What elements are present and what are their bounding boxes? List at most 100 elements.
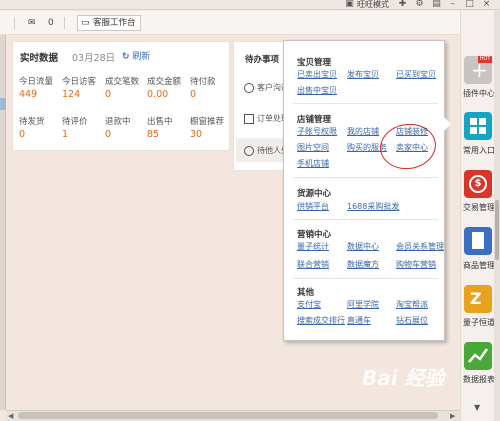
sidebar-label[interactable]: 常用入口: [459, 145, 499, 156]
realtime-stats-panel: 实时数据 03月28日 ↻ 刷新 今日流量 今日访客 成交笔数 成交金额 待付款…: [12, 41, 230, 151]
menu-divider: [292, 103, 438, 104]
sidebar-label[interactable]: 商品管理: [459, 260, 499, 271]
mail-icon[interactable]: ✉: [28, 16, 36, 30]
divider: [14, 17, 15, 29]
todo-item-customer[interactable]: 客户沟通: [244, 82, 287, 93]
stat-value[interactable]: 85: [147, 129, 159, 140]
baidu-watermark: Bai 经验: [362, 366, 445, 390]
toolbar: ✉ 0 ▭ 客服工作台: [0, 11, 460, 35]
goods-icon[interactable]: [464, 227, 492, 255]
menu-link[interactable]: 发布宝贝: [347, 69, 379, 80]
sidebar-label[interactable]: 插件中心: [459, 88, 499, 99]
menu-link[interactable]: 直通车: [347, 315, 371, 326]
menu-link[interactable]: 量子统计: [297, 241, 329, 252]
stat-label: 今日流量: [19, 77, 54, 87]
right-sidebar: + HOT 插件中心 常用入口 $ 交易管理 商品管理 Z 量子恒道 数据报表 …: [460, 11, 495, 421]
title-bar: ▣ 旺旺模式 ✚ ⚙ ▤ – □ ×: [0, 0, 500, 10]
person-icon: [244, 145, 254, 156]
stat-label: 退款中: [105, 117, 131, 127]
refresh-label: 刷新: [132, 52, 151, 62]
chevron-down-icon[interactable]: ▼: [474, 403, 480, 412]
stat-value[interactable]: 0: [105, 129, 111, 140]
menu-link[interactable]: 支付宝: [297, 299, 321, 310]
menu-link[interactable]: 联合营销: [297, 259, 329, 270]
menu-divider: [292, 219, 438, 220]
todo-item-orders[interactable]: 订单处理: [244, 113, 287, 124]
menu-link[interactable]: 图片空间: [297, 142, 329, 153]
stat-value[interactable]: 0: [190, 89, 196, 100]
menu-pointer: [444, 117, 451, 131]
stat-label: 待发货: [19, 117, 45, 127]
menu-link[interactable]: 购买的服务: [347, 142, 387, 153]
stat-label: 出售中: [147, 117, 173, 127]
monitor-icon: ▭: [81, 18, 90, 28]
stat-value[interactable]: 30: [190, 129, 202, 140]
menu-link[interactable]: 数据魔方: [347, 259, 379, 270]
menu-link[interactable]: 1688采购批发: [347, 201, 399, 212]
stat-label: 成交金额: [147, 77, 182, 87]
sidebar-label[interactable]: 量子恒道: [459, 317, 499, 328]
todo-title: 待办事项: [245, 55, 280, 65]
stats-title: 实时数据: [20, 53, 59, 64]
grid-icon[interactable]: [464, 112, 492, 140]
menu-link[interactable]: 钻石展位: [396, 315, 428, 326]
menu-link[interactable]: 淘宝帮派: [396, 299, 428, 310]
stat-value[interactable]: 1: [62, 129, 68, 140]
wangwang-mode-label[interactable]: 旺旺模式: [357, 0, 389, 10]
workbench-button[interactable]: ▭ 客服工作台: [77, 15, 141, 31]
refresh-icon: ↻: [122, 52, 130, 62]
menu-link[interactable]: 子账号权限: [297, 126, 337, 137]
menu-link[interactable]: 会员关系管理: [396, 241, 444, 252]
shirt-icon[interactable]: ✚: [398, 0, 407, 9]
menu-link[interactable]: 阿里学院: [347, 299, 379, 310]
mail-count: 0: [48, 18, 54, 28]
stat-label: 待评价: [62, 117, 88, 127]
stat-value[interactable]: 0: [19, 129, 25, 140]
menu-link[interactable]: 店铺装修: [396, 126, 428, 137]
left-panel-edge: [0, 35, 6, 410]
mode-icon[interactable]: ▣: [345, 0, 354, 9]
menu-divider: [292, 177, 438, 178]
menu-link[interactable]: 搜索成交排行: [297, 315, 345, 326]
menu-section-title: 宝贝管理: [297, 58, 332, 68]
menu-section-title: 店铺管理: [297, 115, 332, 125]
menu-link[interactable]: 购物车营销: [396, 259, 436, 270]
left-selection-marker: [0, 98, 6, 110]
menu-divider: [292, 278, 438, 279]
todo-item-others[interactable]: 待他人处: [244, 145, 287, 156]
menu-link[interactable]: 数据中心: [347, 241, 379, 252]
menu-section-title: 其他: [297, 288, 315, 298]
close-icon[interactable]: ×: [482, 0, 491, 9]
horizontal-scroll-thumb[interactable]: [18, 412, 438, 419]
sidebar-label[interactable]: 交易管理: [459, 202, 499, 213]
vertical-scroll-thumb[interactable]: [495, 200, 499, 260]
skin-icon[interactable]: ▤: [432, 0, 441, 9]
menu-link[interactable]: 出售中宝贝: [297, 85, 337, 96]
stat-value[interactable]: 0: [105, 89, 111, 100]
scroll-right-icon[interactable]: ▶: [450, 411, 455, 421]
scroll-left-icon[interactable]: ◀: [8, 411, 13, 421]
menu-section-title: 货源中心: [297, 189, 332, 199]
minimize-icon[interactable]: –: [448, 0, 457, 9]
chart-icon[interactable]: [464, 342, 492, 370]
hot-badge: HOT: [478, 56, 492, 63]
quantum-icon[interactable]: Z: [464, 285, 492, 313]
menu-link[interactable]: 已卖出宝贝: [297, 69, 337, 80]
menu-link[interactable]: 手机店铺: [297, 158, 329, 169]
menu-link[interactable]: 我的店铺: [347, 126, 379, 137]
gear-icon[interactable]: ⚙: [415, 0, 424, 9]
stat-value[interactable]: 124: [62, 89, 80, 100]
list-icon: [244, 113, 254, 124]
maximize-icon[interactable]: □: [465, 0, 474, 9]
money-icon[interactable]: $: [464, 170, 492, 198]
refresh-button[interactable]: ↻ 刷新: [122, 49, 150, 62]
sidebar-label[interactable]: 数据报表: [459, 374, 499, 385]
stat-value[interactable]: 0.00: [147, 89, 168, 100]
person-icon: [244, 82, 254, 93]
menu-link[interactable]: 供销平台: [297, 201, 329, 212]
menu-link[interactable]: 已买到宝贝: [396, 69, 436, 80]
divider: [64, 17, 65, 29]
stat-label: 成交笔数: [105, 77, 140, 87]
seller-center-link[interactable]: 卖家中心: [396, 142, 428, 153]
stat-value[interactable]: 449: [19, 89, 37, 100]
